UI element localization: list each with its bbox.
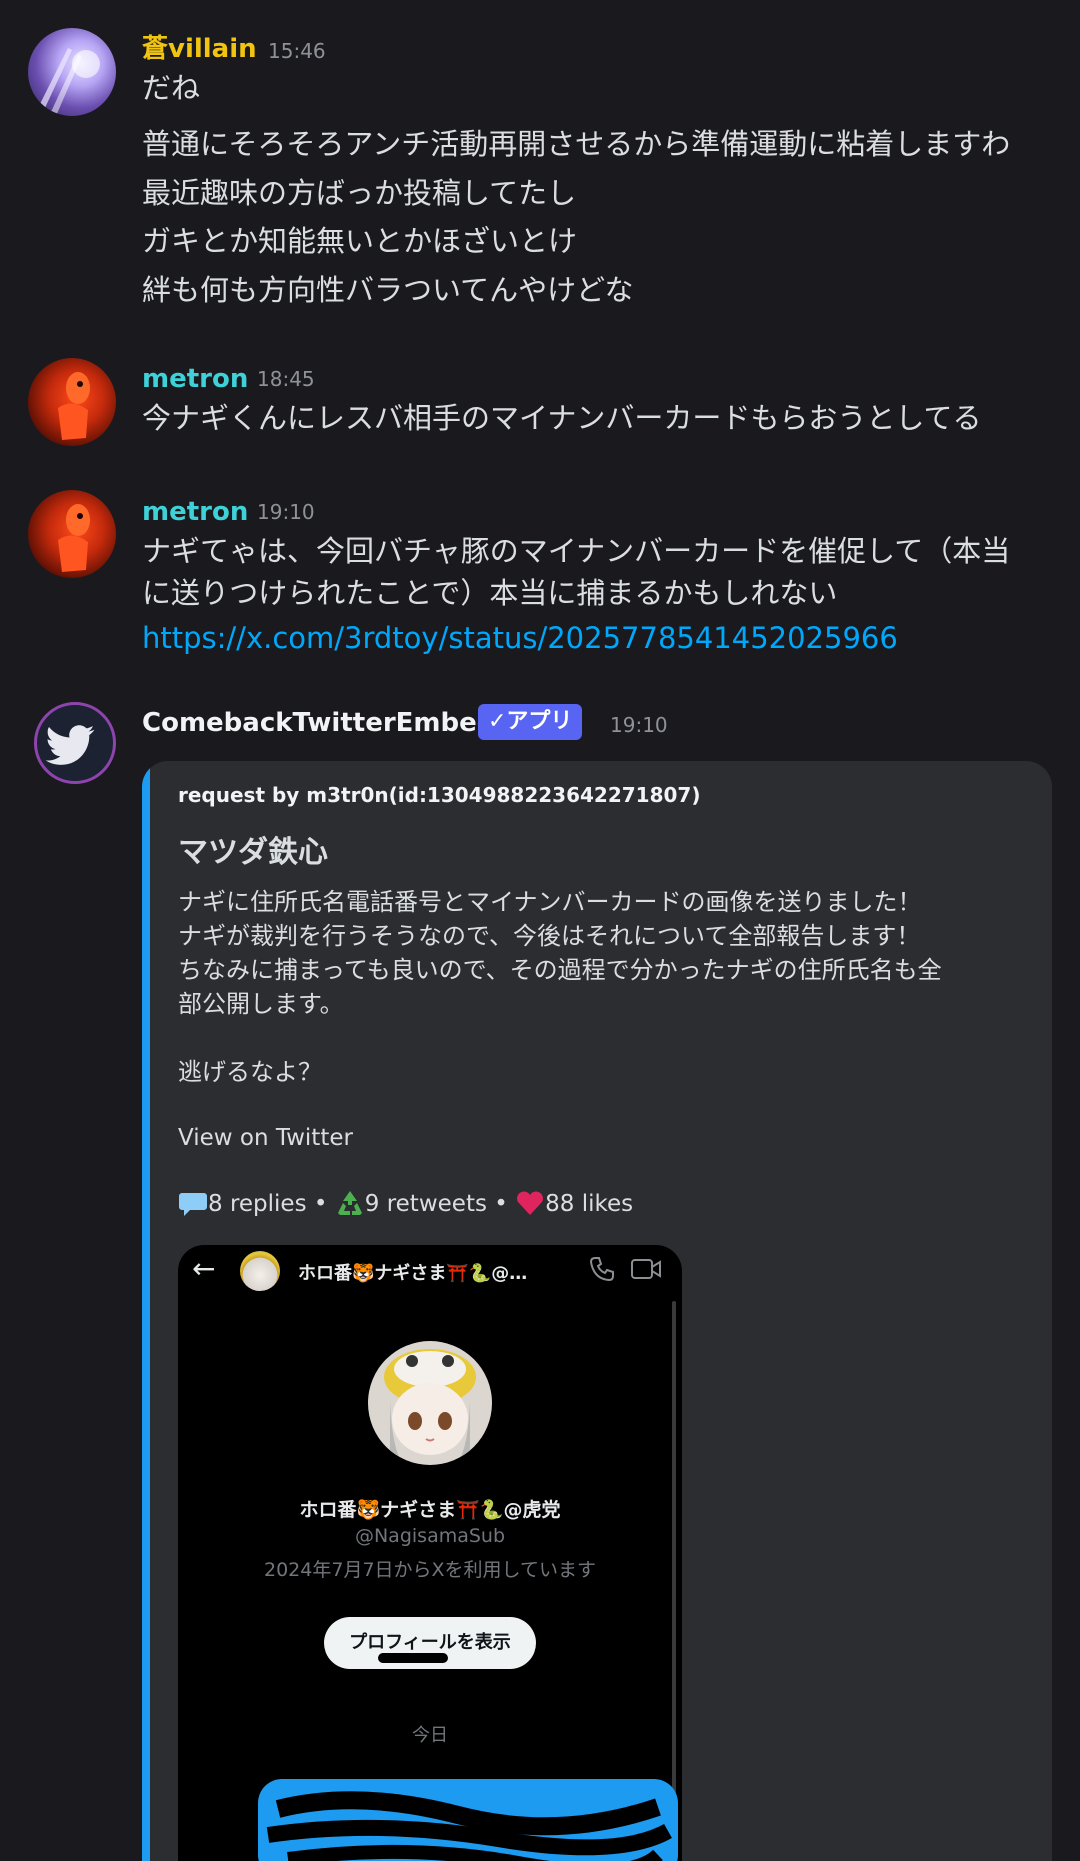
- tweet-embed: request by m3tr0n(id:1304988223642271807…: [142, 761, 1052, 1861]
- message-text: 今ナギくんにレスバ相手のマイナンバーカードもらおうとしてる: [142, 401, 982, 435]
- author-name[interactable]: metron: [142, 362, 248, 396]
- back-arrow-icon: ←: [192, 1252, 216, 1285]
- embed-request-line: request by m3tr0n(id:1304988223642271807…: [178, 783, 701, 807]
- profile-name: ホロ番🐯ナギさま⛩️🐍@虎党: [299, 1499, 561, 1521]
- message-text: 最近趣味の方ばっか投稿してたし: [142, 176, 577, 210]
- message-link[interactable]: https://x.com/3rdtoy/status/202577854145…: [142, 618, 898, 658]
- app-badge: ✓アプリ: [478, 704, 583, 740]
- tweet-stats: 8 replies • 9 retweets • 88 likes: [178, 1189, 1022, 1217]
- author-name[interactable]: ComebackTwitterEmbed: [142, 706, 495, 740]
- avatar[interactable]: [34, 702, 116, 784]
- message-text: ナギてゃは、今回バチャ豚のマイナンバーカードを催促して（本当: [142, 534, 1011, 568]
- embed-body-line: 部公開します。: [178, 990, 344, 1018]
- author-name[interactable]: metron: [142, 495, 248, 529]
- redaction-scribble-icon: [266, 1791, 672, 1861]
- profile-joined: 2024年7月7日からXを利用しています: [264, 1559, 596, 1581]
- author-name[interactable]: 蒼villain: [142, 32, 257, 66]
- avatar[interactable]: [28, 490, 116, 578]
- message-text: に送りつけられたことで）本当に捕まるかもしれない: [142, 576, 838, 610]
- date-divider: 今日: [412, 1725, 448, 1746]
- view-on-twitter-link[interactable]: View on Twitter: [178, 1125, 1022, 1151]
- message-text: ガキとか知能無いとかほざいとけ: [142, 224, 578, 258]
- avatar-art-icon: [58, 372, 90, 440]
- avatar-art-icon: [58, 504, 90, 572]
- avatar[interactable]: [28, 358, 116, 446]
- embed-image[interactable]: ← ホロ番🐯ナギさま⛩️🐍@… ホロ番🐯ナギさま⛩️🐍@虎党 @Nagisama…: [178, 1245, 682, 1861]
- speech-bubble-icon: [178, 1189, 208, 1217]
- avatar[interactable]: [28, 28, 116, 116]
- message-text: 普通にそろそろアンチ活動再開させるから準備運動に粘着しますわ: [142, 127, 1011, 161]
- phone-icon: [588, 1255, 616, 1283]
- video-icon: [630, 1257, 662, 1281]
- stat-separator: •: [313, 1191, 328, 1217]
- retweets-count: 9 retweets: [364, 1191, 487, 1217]
- avatar-art-icon: [38, 48, 100, 116]
- message-text: 絆も何も方向性バラついてんやけどな: [142, 273, 634, 307]
- timestamp: 18:45: [257, 367, 315, 391]
- embed-accent-bar: [142, 761, 150, 1861]
- timestamp: 19:10: [257, 500, 315, 524]
- profile-handle: @NagisamaSub: [354, 1525, 506, 1547]
- chat-header-name: ホロ番🐯ナギさま⛩️🐍@…: [298, 1263, 528, 1284]
- profile-avatar: [368, 1341, 492, 1465]
- embed-body-line: ちなみに捕まっても良いので、その過程で分かったナギの住所氏名も全: [178, 956, 942, 984]
- header-avatar: [240, 1251, 280, 1291]
- likes-count: 88 likes: [545, 1191, 634, 1217]
- replies-count: 8 replies: [208, 1191, 307, 1217]
- embed-title[interactable]: マツダ鉄心: [178, 827, 1022, 871]
- twitter-bird-icon: [45, 725, 95, 765]
- stat-separator: •: [494, 1191, 508, 1217]
- timestamp: 19:10: [610, 713, 668, 737]
- embed-body-line: ナギに住所氏名電話番号とマイナンバーカードの画像を送りました！: [178, 888, 922, 916]
- embed-body-line: ナギが裁判を行うそうなので、今後はそれについて全部報告します！: [178, 922, 921, 950]
- scribble-redaction: [378, 1653, 448, 1663]
- embed-body-line: 逃げるなよ？: [178, 1058, 322, 1086]
- message-text: だね: [142, 71, 201, 105]
- heart-icon: [515, 1189, 545, 1217]
- recycle-icon: [335, 1189, 365, 1217]
- message-bubble: [258, 1779, 678, 1861]
- timestamp: 15:46: [268, 39, 326, 63]
